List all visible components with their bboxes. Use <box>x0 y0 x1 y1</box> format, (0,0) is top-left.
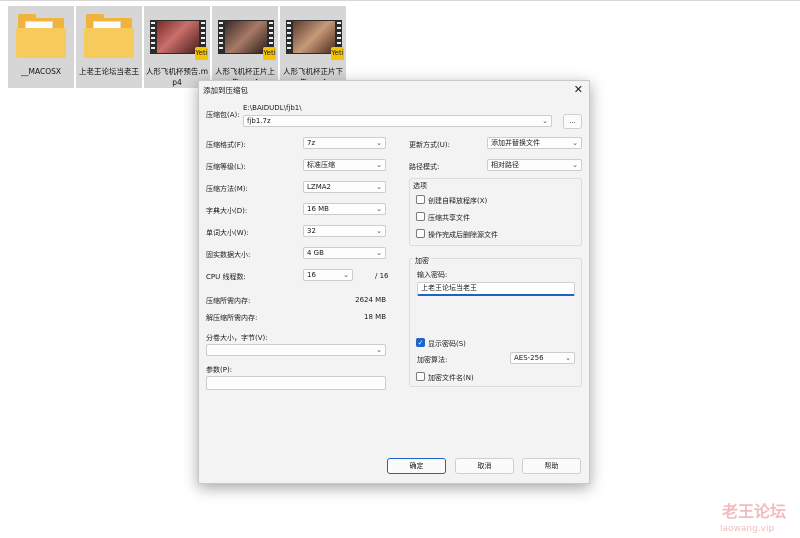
chevron-down-icon: ⌄ <box>343 271 349 279</box>
archive-name-combo[interactable]: fjb1.7z ⌄ <box>243 115 552 127</box>
format-select[interactable]: 7z ⌄ <box>303 137 386 149</box>
chevron-down-icon: ⌄ <box>565 354 571 362</box>
password-label: 输入密码: <box>417 271 448 279</box>
video-badge-icon: Yeti <box>195 47 208 60</box>
delete-after-checkbox[interactable] <box>416 229 425 238</box>
file-item-video-part1[interactable]: Yeti 人形飞机杯正片上集.mp4 <box>212 6 278 88</box>
ok-button[interactable]: 确定 <box>387 458 446 474</box>
method-select[interactable]: LZMA2 ⌄ <box>303 181 386 193</box>
encrypt-names-checkbox[interactable] <box>416 372 425 381</box>
chevron-down-icon: ⌄ <box>376 346 382 354</box>
chevron-down-icon: ⌄ <box>572 161 578 169</box>
cancel-button[interactable]: 取消 <box>455 458 514 474</box>
method-value: LZMA2 <box>307 183 331 191</box>
update-value: 添加并替换文件 <box>491 139 540 147</box>
enc-method-value: AES-256 <box>514 354 544 362</box>
dict-label: 字典大小(D): <box>206 207 248 215</box>
update-select[interactable]: 添加并替换文件 ⌄ <box>487 137 582 149</box>
options-title: 选项 <box>413 182 427 190</box>
chevron-down-icon: ⌄ <box>376 183 382 191</box>
show-password-checkbox[interactable]: ✓ <box>416 338 425 347</box>
chevron-down-icon: ⌄ <box>376 227 382 235</box>
format-value: 7z <box>307 139 316 147</box>
file-name: __MACOSX <box>20 67 61 76</box>
solid-select[interactable]: 4 GB ⌄ <box>303 247 386 259</box>
chevron-down-icon: ⌄ <box>376 205 382 213</box>
level-select[interactable]: 标准压缩 ⌄ <box>303 159 386 171</box>
video-thumbnail-icon: Yeti <box>217 12 276 64</box>
help-button[interactable]: 帮助 <box>522 458 581 474</box>
word-value: 32 <box>307 227 316 235</box>
folder-icon <box>13 12 69 64</box>
threads-value: 16 <box>307 271 316 279</box>
split-select[interactable]: ⌄ <box>206 344 386 356</box>
mem-decompress-value: 18 MB <box>364 313 386 321</box>
video-thumbnail-icon: Yeti <box>285 12 344 64</box>
video-badge-icon: Yeti <box>331 47 344 60</box>
word-select[interactable]: 32 ⌄ <box>303 225 386 237</box>
encryption-title: 加密 <box>413 256 431 266</box>
file-item-video-part2[interactable]: Yeti 人形飞机杯正片下集.mp4 <box>280 6 346 88</box>
update-label: 更新方式(U): <box>409 141 450 149</box>
pathmode-label: 路径模式: <box>409 163 440 171</box>
chevron-down-icon: ⌄ <box>572 139 578 147</box>
video-badge-icon: Yeti <box>263 47 276 60</box>
file-item-video-preview[interactable]: Yeti 人形飞机杯预告.mp4 <box>144 6 210 88</box>
enc-method-select[interactable]: AES-256 ⌄ <box>510 352 575 364</box>
file-item-macosx[interactable]: __MACOSX <box>8 6 74 88</box>
params-label: 参数(P): <box>206 366 233 374</box>
enc-method-label: 加密算法: <box>417 356 448 364</box>
close-icon[interactable]: ✕ <box>574 83 583 96</box>
file-item-folder[interactable]: 上老王论坛当老王 <box>76 6 142 88</box>
archive-name-value: fjb1.7z <box>247 117 271 125</box>
pathmode-select[interactable]: 相对路径 ⌄ <box>487 159 582 171</box>
browse-button[interactable]: ... <box>563 114 582 129</box>
chevron-down-icon: ⌄ <box>376 249 382 257</box>
sfx-label: 创建自释放程序(X) <box>428 197 488 205</box>
shared-checkbox[interactable] <box>416 212 425 221</box>
word-label: 单词大小(W): <box>206 229 249 237</box>
dict-value: 16 MB <box>307 205 329 213</box>
mem-compress-value: 2624 MB <box>355 296 386 304</box>
folder-icon <box>81 12 137 64</box>
encrypt-names-label: 加密文件名(N) <box>428 374 474 382</box>
mem-decompress-label: 解压缩所需内存: <box>206 314 258 322</box>
watermark-logo: 老王论坛 <box>722 502 787 521</box>
format-label: 压缩格式(F): <box>206 141 246 149</box>
watermark-url: laowang.vip <box>720 524 775 534</box>
threads-label: CPU 线程数: <box>206 273 246 281</box>
level-value: 标准压缩 <box>307 161 335 169</box>
split-label: 分卷大小，字节(V): <box>206 334 268 342</box>
file-name: 上老王论坛当老王 <box>79 67 139 76</box>
solid-label: 固实数据大小: <box>206 251 251 259</box>
sfx-checkbox[interactable] <box>416 195 425 204</box>
dict-select[interactable]: 16 MB ⌄ <box>303 203 386 215</box>
delete-after-label: 操作完成后删除源文件 <box>428 231 498 239</box>
show-password-label: 显示密码(S) <box>428 340 466 348</box>
password-input[interactable]: 上老王论坛当老王 <box>417 282 575 296</box>
threads-total: / 16 <box>375 272 389 280</box>
threads-select[interactable]: 16 ⌄ <box>303 269 353 281</box>
window-top-border <box>0 0 800 1</box>
pathmode-value: 相对路径 <box>491 161 519 169</box>
chevron-down-icon: ⌄ <box>542 117 548 125</box>
chevron-down-icon: ⌄ <box>376 139 382 147</box>
archive-label: 压缩包(A): <box>206 111 240 119</box>
solid-value: 4 GB <box>307 249 324 257</box>
mem-compress-label: 压缩所需内存: <box>206 297 251 305</box>
shared-label: 压缩共享文件 <box>428 214 470 222</box>
method-label: 压缩方法(M): <box>206 185 248 193</box>
archive-path: E:\BAIDUDL\fjb1\ <box>243 104 302 112</box>
params-input[interactable] <box>206 376 386 390</box>
video-thumbnail-icon: Yeti <box>149 12 208 64</box>
dialog-title: 添加到压缩包 <box>203 86 248 95</box>
chevron-down-icon: ⌄ <box>376 161 382 169</box>
level-label: 压缩等级(L): <box>206 163 246 171</box>
